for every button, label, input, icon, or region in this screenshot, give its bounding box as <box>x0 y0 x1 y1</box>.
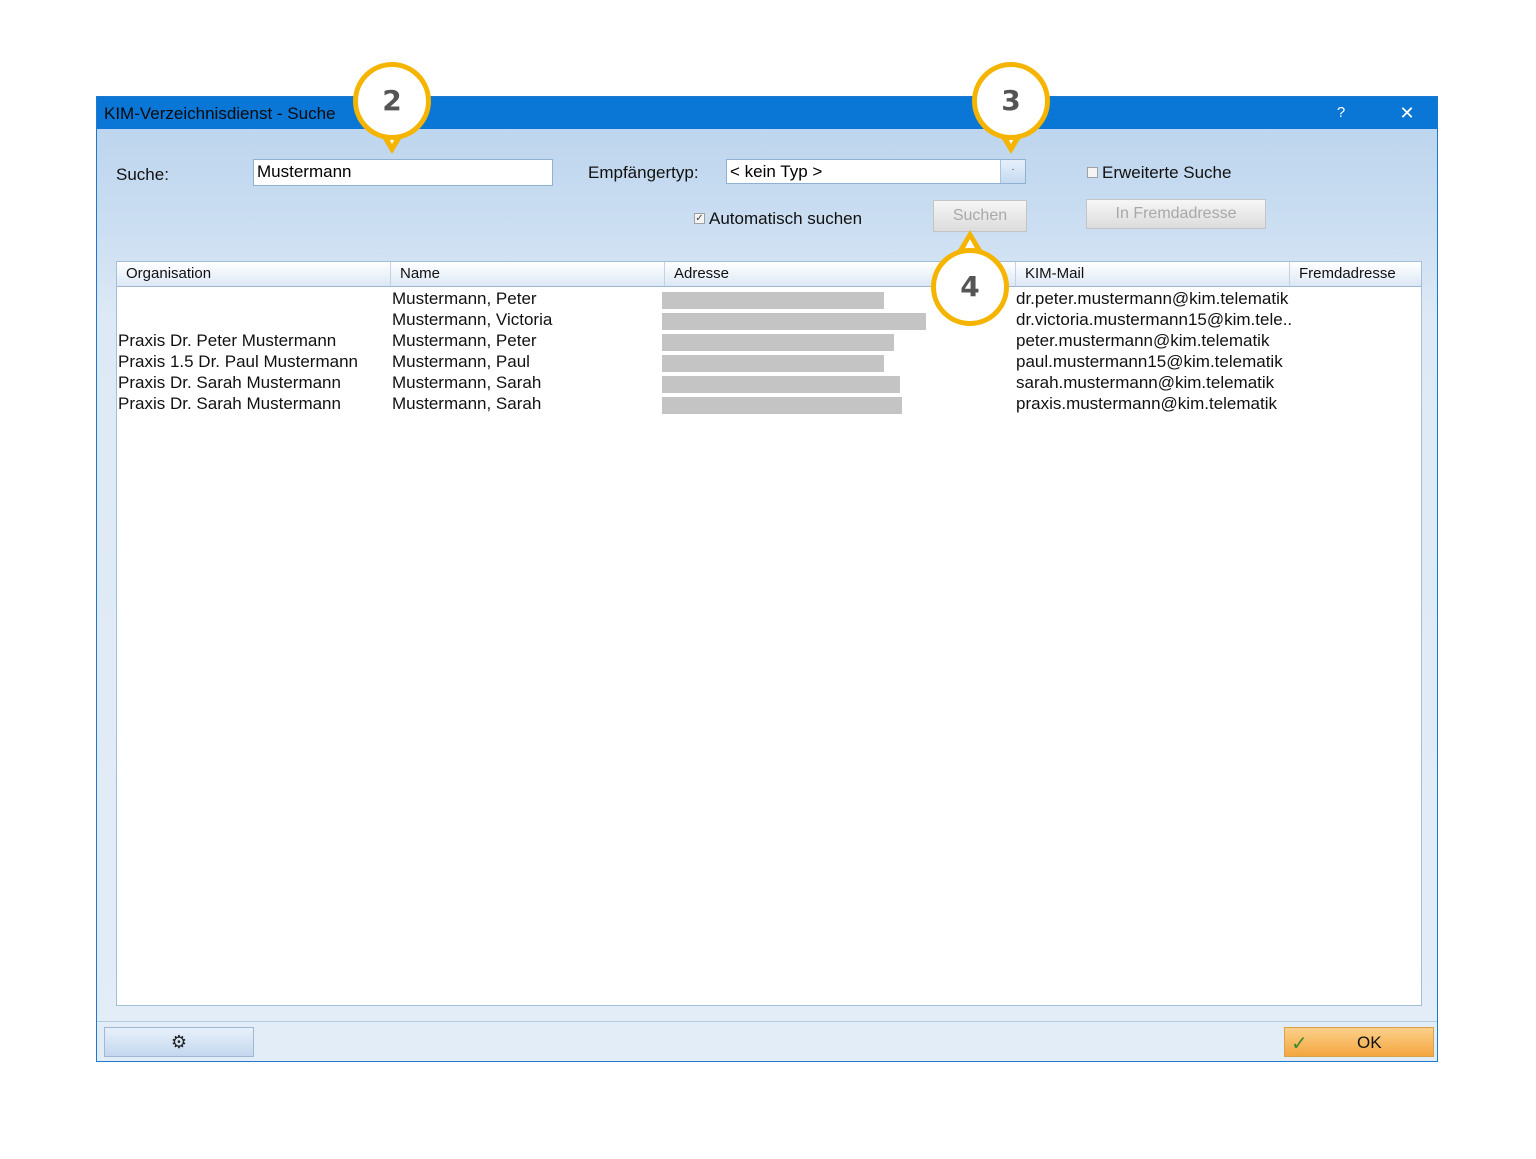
cell-name: Mustermann, Sarah <box>392 394 542 413</box>
cell-organisation: Praxis Dr. Peter Mustermann <box>118 331 337 350</box>
callout-3: 3 <box>972 62 1050 140</box>
redacted-address <box>662 334 894 351</box>
table-row[interactable]: Praxis Dr. Peter Mustermann Mustermann, … <box>117 330 1421 351</box>
cell-kim-mail: praxis.mustermann@kim.telematik <box>1016 394 1277 413</box>
cell-organisation: Praxis Dr. Sarah Mustermann <box>118 373 341 392</box>
column-header-kim-mail[interactable]: KIM-Mail <box>1016 262 1290 286</box>
foreign-address-button[interactable]: In Fremdadresse <box>1086 199 1266 229</box>
search-label: Suche: <box>116 165 169 184</box>
checkmark-icon: ✓ <box>1291 1033 1308 1055</box>
redacted-address <box>662 313 926 330</box>
footer-divider <box>97 1021 1437 1022</box>
dropdown-arrow-icon[interactable]: · <box>1000 160 1025 183</box>
cell-kim-mail: dr.peter.mustermann@kim.telematik <box>1016 289 1289 308</box>
dialog-window: KIM-Verzeichnisdienst - Suche ? ✕ Suche:… <box>96 96 1438 1062</box>
callout-4: 4 <box>931 248 1009 326</box>
redacted-address <box>662 397 902 414</box>
redacted-address <box>662 355 884 372</box>
column-header-name[interactable]: Name <box>391 262 665 286</box>
cell-kim-mail: paul.mustermann15@kim.telematik <box>1016 352 1283 371</box>
search-button[interactable]: Suchen <box>933 200 1027 232</box>
close-button[interactable]: ✕ <box>1395 101 1419 125</box>
cell-name: Mustermann, Peter <box>392 331 537 350</box>
recipient-type-label: Empfängertyp: <box>588 163 699 182</box>
title-bar: KIM-Verzeichnisdienst - Suche ? ✕ <box>97 97 1437 129</box>
table-header: Organisation Name Adresse KIM-Mail Fremd… <box>117 262 1421 287</box>
table-row[interactable]: Praxis Dr. Sarah Mustermann Mustermann, … <box>117 372 1421 393</box>
recipient-type-value: < kein Typ > <box>730 162 823 181</box>
cell-name: Mustermann, Paul <box>392 352 530 371</box>
cell-kim-mail: peter.mustermann@kim.telematik <box>1016 331 1270 350</box>
help-button[interactable]: ? <box>1329 101 1353 125</box>
table-row[interactable]: Praxis 1.5 Dr. Paul Mustermann Musterman… <box>117 351 1421 372</box>
cell-name: Mustermann, Victoria <box>392 310 553 329</box>
auto-search-label: Automatisch suchen <box>709 209 863 228</box>
cell-kim-mail: sarah.mustermann@kim.telematik <box>1016 373 1275 392</box>
results-table: Organisation Name Adresse KIM-Mail Fremd… <box>116 261 1422 1006</box>
table-row[interactable]: Praxis Dr. Sarah Mustermann Mustermann, … <box>117 393 1421 414</box>
cell-kim-mail: dr.victoria.mustermann15@kim.tele.. <box>1016 310 1293 329</box>
table-row[interactable]: Mustermann, Victoria dr.victoria.musterm… <box>117 309 1421 330</box>
window-title: KIM-Verzeichnisdienst - Suche <box>104 104 336 123</box>
gear-icon: ⚙ <box>170 1032 188 1052</box>
redacted-address <box>662 292 884 309</box>
settings-button[interactable]: ⚙ <box>104 1027 254 1057</box>
column-header-foreign-address[interactable]: Fremdadresse <box>1290 262 1421 286</box>
table-row[interactable]: Mustermann, Peter dr.peter.mustermann@ki… <box>117 288 1421 309</box>
ok-button-label: OK <box>1357 1033 1382 1052</box>
cell-organisation: Praxis Dr. Sarah Mustermann <box>118 394 341 413</box>
cell-organisation: Praxis 1.5 Dr. Paul Mustermann <box>118 352 358 371</box>
search-input[interactable]: Mustermann <box>253 159 553 186</box>
extended-search-checkbox[interactable] <box>1087 167 1098 178</box>
callout-2: 2 <box>353 62 431 140</box>
redacted-address <box>662 376 900 393</box>
recipient-type-select[interactable]: < kein Typ > · <box>726 159 1026 184</box>
ok-button[interactable]: ✓ OK <box>1284 1027 1434 1057</box>
column-header-organisation[interactable]: Organisation <box>117 262 391 286</box>
extended-search-label: Erweiterte Suche <box>1102 163 1232 182</box>
auto-search-checkbox[interactable]: ✓ <box>694 213 705 224</box>
cell-name: Mustermann, Sarah <box>392 373 542 392</box>
cell-name: Mustermann, Peter <box>392 289 537 308</box>
